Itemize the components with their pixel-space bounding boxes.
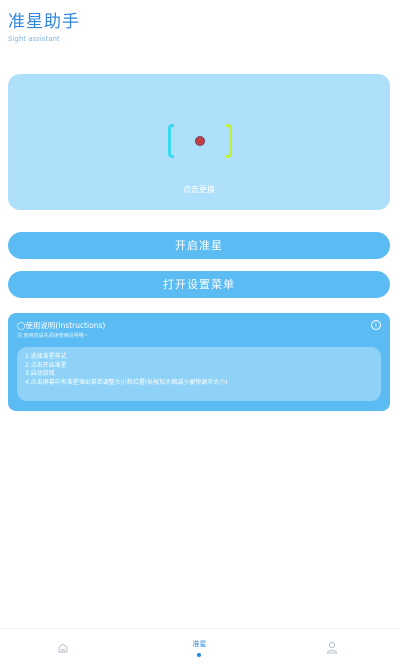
- instructions-subtitle: 注:使用前请先阅读使用说明哦~: [17, 333, 88, 339]
- instruction-step: 3.启动游戏: [25, 370, 55, 377]
- crosshair-icon[interactable]: [168, 124, 232, 160]
- instruction-step: 1.选择准星样式: [25, 353, 67, 360]
- change-crosshair-hint[interactable]: 点击更换: [8, 184, 390, 195]
- app-title: 准星助手: [8, 12, 80, 32]
- nav-crosshair-label: 准星: [192, 640, 207, 648]
- open-settings-menu-button[interactable]: 打开设置菜单: [8, 271, 390, 298]
- bottom-navigation: 准星: [0, 628, 400, 667]
- crosshair-left-bracket: [168, 124, 174, 158]
- crosshair-center-dot: [196, 137, 204, 145]
- crosshair-right-bracket: [226, 124, 232, 158]
- instructions-steps: 1.选择准星样式 2.点击开启准星 3.启动游戏 4.点击屏幕中央准星弹出菜单调…: [17, 347, 381, 401]
- app-subtitle: Sight assistant: [8, 35, 60, 43]
- instruction-step: 2.点击开启准星: [25, 361, 67, 369]
- instruction-step: 4.点击屏幕中央准星弹出菜单调整大小和位置(长按加大缩减小便快调节大小): [25, 378, 228, 386]
- info-icon[interactable]: i: [371, 320, 381, 330]
- nav-crosshair-tab[interactable]: 准星: [133, 629, 266, 667]
- header: 准星助手 Sight assistant: [8, 12, 80, 43]
- nav-home-tab[interactable]: [0, 629, 133, 667]
- active-indicator-dot: [197, 653, 201, 657]
- instructions-panel: ◯使用说明(Instructions) 注:使用前请先阅读使用说明哦~ i 1.…: [8, 313, 390, 411]
- nav-profile-tab[interactable]: [266, 629, 399, 667]
- profile-icon: [326, 641, 338, 654]
- home-icon: [58, 643, 68, 653]
- open-crosshair-button[interactable]: 开启准星: [8, 232, 390, 259]
- instructions-title: ◯使用说明(Instructions): [17, 321, 106, 330]
- crosshair-preview[interactable]: 点击更换: [8, 74, 390, 210]
